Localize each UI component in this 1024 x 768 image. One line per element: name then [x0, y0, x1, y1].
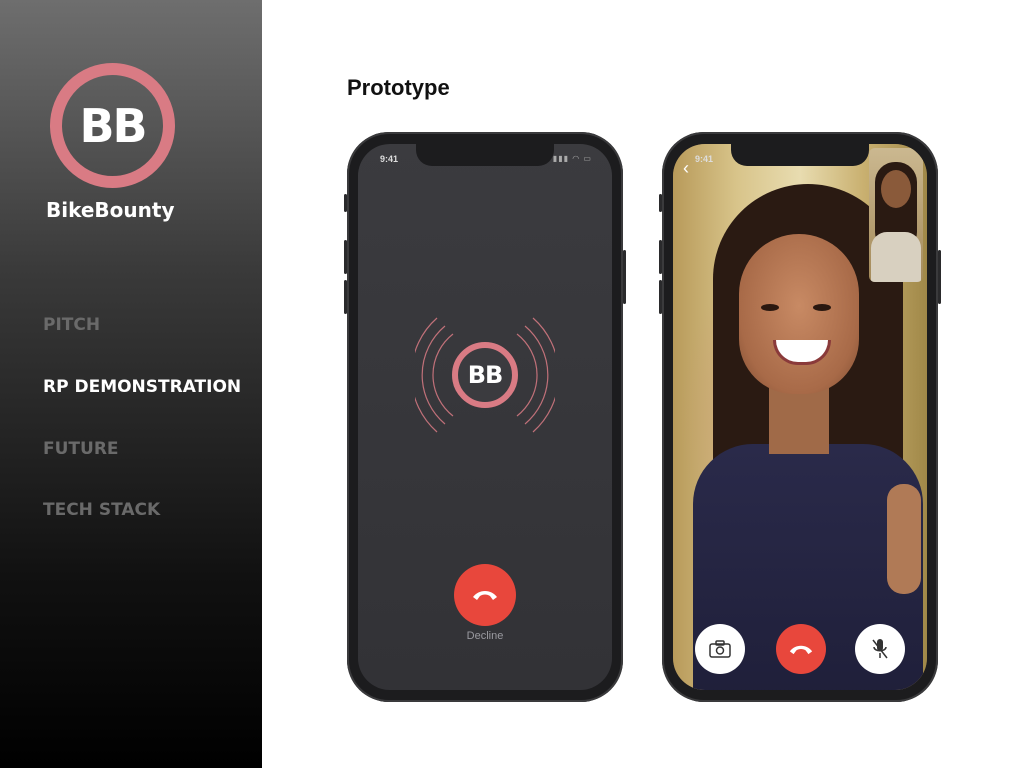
phone-volume-down [344, 280, 347, 314]
caller-video-neck [769, 384, 829, 454]
phone-silent-switch [344, 194, 347, 212]
self-view-face [881, 170, 911, 208]
phone-silent-switch [659, 194, 662, 212]
brand-name: BikeBounty [46, 198, 175, 222]
end-call-button[interactable] [776, 624, 826, 674]
camera-flip-icon [709, 640, 731, 658]
phone-volume-up [659, 240, 662, 274]
phone-mockup-incoming-call: 9:41 ▮▮▮ ◠ ▭ BB Decline [344, 132, 626, 702]
phone-notch [416, 144, 554, 166]
status-time: 9:41 [695, 154, 714, 164]
phone-volume-up [344, 240, 347, 274]
phone-power-button [623, 250, 626, 304]
hang-up-icon [789, 645, 813, 654]
flip-camera-button[interactable] [695, 624, 745, 674]
caller-video-eye-left [761, 304, 779, 311]
hang-up-icon [473, 591, 497, 600]
phone-mockup-video-call: 9:41 ‹ [659, 132, 941, 702]
status-time: 9:41 [380, 154, 399, 164]
page-title: Prototype [347, 75, 450, 100]
self-view-body [871, 232, 921, 282]
nav-item-tech-stack[interactable]: TECH STACK [43, 500, 160, 520]
back-chevron-icon[interactable]: ‹ [683, 158, 689, 179]
decline-label: Decline [466, 630, 504, 642]
brand-logo: BB [79, 98, 147, 153]
incoming-call-screen: 9:41 ▮▮▮ ◠ ▭ BB Decline [358, 144, 612, 690]
caller-logo: BB [467, 361, 504, 389]
phone-notch [731, 144, 869, 166]
decline-button[interactable] [454, 564, 516, 626]
phone-power-button [938, 250, 941, 304]
nav-item-pitch[interactable]: PITCH [43, 315, 100, 335]
nav-item-future[interactable]: FUTURE [43, 439, 119, 459]
phone-volume-down [659, 280, 662, 314]
caller-video-hand [887, 484, 921, 594]
self-view-thumbnail[interactable] [869, 148, 923, 282]
mute-button[interactable] [855, 624, 905, 674]
mute-mic-icon [872, 639, 888, 659]
status-icons: ▮▮▮ ◠ ▭ [552, 154, 592, 163]
caller-video-face [739, 234, 859, 394]
sidebar: BB BikeBounty PITCH RP DEMONSTRATION FUT… [0, 0, 262, 768]
caller-video-eye-right [813, 304, 831, 311]
nav-item-rp-demonstration[interactable]: RP DEMONSTRATION [43, 377, 241, 397]
video-call-screen: 9:41 ‹ [673, 144, 927, 690]
